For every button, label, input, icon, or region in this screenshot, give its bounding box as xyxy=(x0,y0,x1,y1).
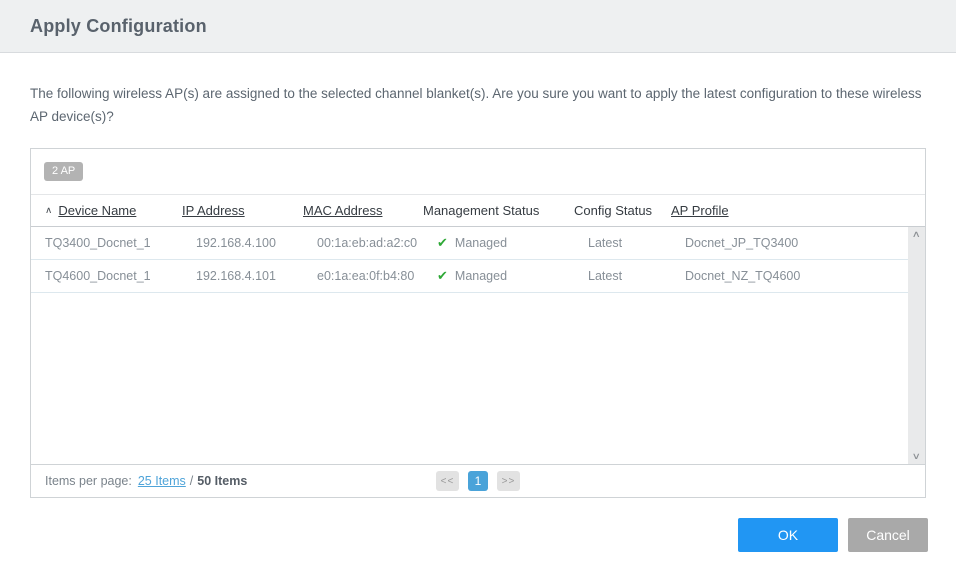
ok-button[interactable]: OK xyxy=(738,518,838,552)
column-header-ip-address[interactable]: IP Address xyxy=(182,203,303,218)
items-per-page-label: Items per page: xyxy=(45,474,132,488)
sort-asc-icon: ∧ xyxy=(45,205,53,216)
cell-ap-profile: Docnet_NZ_TQ4600 xyxy=(685,269,801,283)
table-toolbar: 2 AP xyxy=(31,149,925,195)
table-row[interactable]: TQ3400_Docnet_1 192.168.4.100 00:1a:eb:a… xyxy=(31,227,908,260)
cell-config-status: Latest xyxy=(588,236,623,250)
table-row[interactable]: TQ4600_Docnet_1 192.168.4.101 e0:1a:ea:0… xyxy=(31,260,908,293)
dialog-titlebar: Apply Configuration xyxy=(0,0,956,53)
dialog-footer: OK Cancel xyxy=(0,498,956,552)
pagination-separator: / xyxy=(189,474,194,488)
management-status-text: Managed xyxy=(454,269,508,283)
table-header-row: ∧ Device Name IP Address MAC Address Man… xyxy=(31,195,925,227)
pager: << 1 >> xyxy=(436,471,520,491)
cell-ip-address: 192.168.4.100 xyxy=(196,236,276,250)
managed-check-icon: ✔ xyxy=(437,268,448,283)
prev-page-button[interactable]: << xyxy=(436,471,459,491)
cell-device-name: TQ4600_Docnet_1 xyxy=(45,269,151,283)
column-header-label: IP Address xyxy=(182,203,245,218)
cell-ip-address: 192.168.4.101 xyxy=(196,269,276,283)
column-header-mac-address[interactable]: MAC Address xyxy=(303,203,423,218)
column-header-device-name[interactable]: ∧ Device Name xyxy=(45,203,182,218)
cell-management-status: ✔ Managed xyxy=(437,235,588,251)
ap-table-card: 2 AP ∧ Device Name IP Address MAC Addres… xyxy=(30,148,926,498)
column-header-config-status: Config Status xyxy=(574,203,671,218)
column-header-label: MAC Address xyxy=(303,203,383,218)
column-header-label: Management Status xyxy=(423,203,540,218)
column-header-label: Config Status xyxy=(574,203,653,218)
cancel-button[interactable]: Cancel xyxy=(848,518,928,552)
cell-ap-profile: Docnet_JP_TQ3400 xyxy=(685,236,799,250)
table-body: TQ3400_Docnet_1 192.168.4.100 00:1a:eb:a… xyxy=(31,227,925,464)
confirmation-message: The following wireless AP(s) are assigne… xyxy=(30,86,922,124)
cell-mac-address: 00:1a:eb:ad:a2:c0 xyxy=(317,236,418,250)
column-header-label: AP Profile xyxy=(671,203,729,218)
managed-check-icon: ✔ xyxy=(437,235,448,250)
scroll-up-icon[interactable]: ∧ xyxy=(912,230,921,239)
column-header-management-status: Management Status xyxy=(423,203,574,218)
cell-device-name: TQ3400_Docnet_1 xyxy=(45,236,151,250)
vertical-scrollbar[interactable]: ∧ ∨ xyxy=(908,227,925,464)
total-items-label: 50 Items xyxy=(197,474,248,488)
page-size-link[interactable]: 25 Items xyxy=(138,474,186,488)
pagination-bar: Items per page: 25 Items / 50 Items << 1… xyxy=(31,464,925,497)
page-1-button[interactable]: 1 xyxy=(468,471,488,491)
column-header-ap-profile[interactable]: AP Profile xyxy=(671,203,925,218)
dialog-title: Apply Configuration xyxy=(30,15,207,36)
management-status-text: Managed xyxy=(454,236,508,250)
column-header-label: Device Name xyxy=(58,203,137,218)
ap-count-badge: 2 AP xyxy=(44,162,84,181)
cell-config-status: Latest xyxy=(588,269,623,283)
scroll-down-icon[interactable]: ∨ xyxy=(912,452,921,461)
next-page-button[interactable]: >> xyxy=(497,471,520,491)
cell-mac-address: e0:1a:ea:0f:b4:80 xyxy=(317,269,415,283)
cell-management-status: ✔ Managed xyxy=(437,268,588,284)
